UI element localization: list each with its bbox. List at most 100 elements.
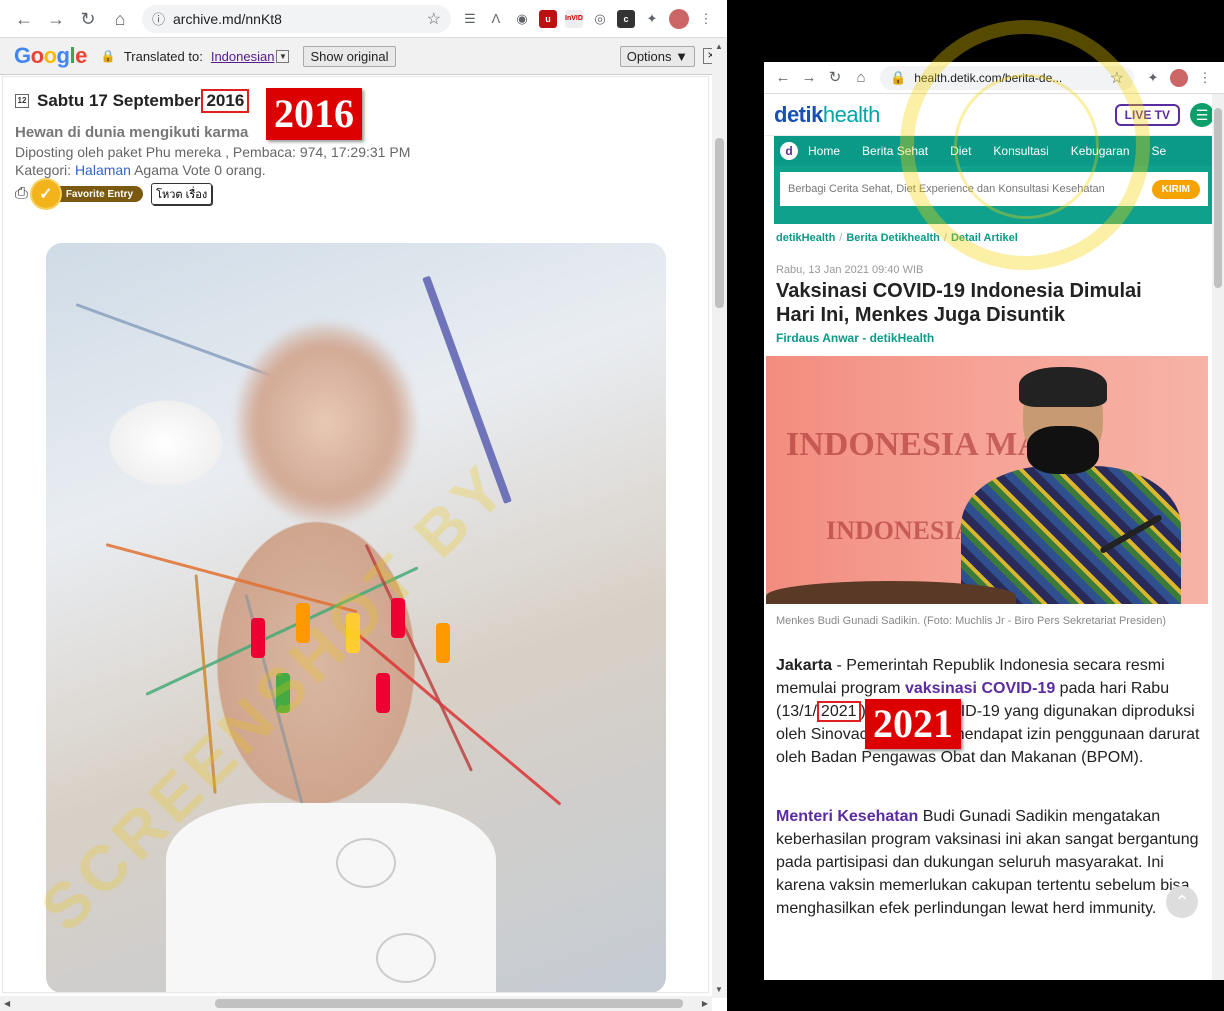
face-mask (1027, 426, 1099, 474)
year-stamp-2016: 2016 (266, 88, 362, 140)
detik-d-icon[interactable]: d (780, 142, 798, 160)
info-icon[interactable]: ⓘ (152, 9, 165, 28)
browser-toolbar: ← → ↻ ⌂ 🔒 health.detik.com/berita-de... … (764, 62, 1224, 94)
bookmark-star-icon[interactable]: ☆ (427, 9, 441, 29)
nav-berita-sehat[interactable]: Berita Sehat (862, 144, 928, 158)
left-browser-window: ← → ↻ ⌂ ⓘ archive.md/nnKt8 ☆ ☰ Λ ◉ u InV… (0, 0, 727, 1011)
diaper (166, 803, 496, 992)
image-caption: Menkes Budi Gunadi Sadikin. (Foto: Muchl… (776, 615, 1167, 627)
post-year: 2016 (201, 89, 250, 113)
calendar-icon: 12 (15, 94, 29, 108)
puzzle-icon[interactable]: ✦ (1140, 68, 1166, 88)
breadcrumb-item[interactable]: detikHealth (776, 232, 835, 244)
extension-icon[interactable]: c (617, 9, 635, 28)
nav-home[interactable]: Home (808, 144, 840, 158)
reload-icon[interactable]: ↻ (72, 10, 104, 28)
breadcrumb: detikHealth / Berita Detikhealth / Detail Ar… (776, 232, 1018, 244)
extension-icon[interactable]: Λ (483, 9, 509, 29)
horizontal-scrollbar[interactable]: ◀ ▶ (0, 996, 712, 1011)
printer-icon[interactable]: ⎙ (15, 185, 28, 203)
show-original-button[interactable]: Show original (303, 45, 396, 67)
story-submit-strip: Berbagi Cerita Sehat, Diet Experience da… (774, 166, 1214, 224)
nav-konsultasi[interactable]: Konsultasi (993, 144, 1048, 158)
category-label: Kategori: (15, 162, 72, 178)
language-select[interactable]: Indonesian (211, 49, 275, 64)
nav-kebugaran[interactable]: Kebugaran (1071, 144, 1130, 158)
post-meta: Diposting oleh paket Phu mereka , Pembac… (15, 144, 411, 160)
post-subtitle: Hewan di dunia mengikuti karma (15, 124, 249, 141)
story-input-placeholder: Berbagi Cerita Sehat, Diet Experience da… (788, 183, 1105, 195)
post-image (46, 243, 666, 992)
speaker-figure (961, 367, 1181, 604)
article-title: Vaksinasi COVID-19 Indonesia Dimulai Har… (776, 280, 1142, 326)
translate-bar: Google 🔒 Translated to: Indonesian ▼ Sho… (0, 38, 727, 75)
home-icon[interactable]: ⌂ (104, 10, 136, 28)
vote-button[interactable]: โหวต เรื่อง (151, 183, 213, 205)
avatar[interactable] (669, 8, 689, 29)
breadcrumb-item[interactable]: Berita Detikhealth (846, 232, 940, 244)
detik-logo[interactable]: detikhealth (774, 102, 880, 128)
lock-icon[interactable]: 🔒 (890, 70, 906, 86)
kirim-button[interactable]: KIRIM (1151, 179, 1200, 199)
back-icon[interactable]: ← (770, 70, 796, 85)
page-title: 12 Sabtu 17 September 2016 (15, 89, 250, 113)
post-category: Kategori: Halaman Agama Vote 0 orang. (15, 162, 266, 178)
site-nav: d Home Berita Sehat Diet Konsultasi Kebu… (774, 136, 1214, 166)
favorite-label: Favorite Entry (65, 188, 134, 200)
post-toolbar: ⎙ ✓ Favorite Entry โหวต เรื่อง (15, 180, 213, 208)
equalizer-extension-icon[interactable]: ☰ (457, 9, 483, 29)
extension-icon[interactable]: ◎ (587, 9, 613, 29)
options-button[interactable]: Options ▼ (619, 45, 695, 67)
url-text: archive.md/nnKt8 (173, 10, 282, 27)
address-bar[interactable]: 🔒 health.detik.com/berita-de... ☆ (880, 65, 1134, 90)
vaksinasi-link[interactable]: vaksinasi COVID-19 (905, 680, 1055, 697)
favorite-entry-button[interactable]: ✓ Favorite Entry (31, 180, 144, 208)
home-icon[interactable]: ⌂ (848, 70, 874, 85)
browser-toolbar: ← → ↻ ⌂ ⓘ archive.md/nnKt8 ☆ ☰ Λ ◉ u InV… (0, 0, 727, 38)
breadcrumb-item[interactable]: Detail Artikel (951, 232, 1018, 244)
scroll-to-top-button[interactable]: ⌃ (1166, 886, 1198, 918)
nav-diet[interactable]: Diet (950, 144, 971, 158)
article-date: Rabu, 13 Jan 2021 09:40 WIB (776, 264, 924, 276)
menteri-kesehatan-link[interactable]: Menteri Kesehatan (776, 808, 918, 825)
avatar[interactable] (1170, 68, 1188, 87)
vertical-scrollbar[interactable]: ▲ ▼ (712, 38, 727, 998)
chevron-down-icon[interactable]: ▼ (276, 49, 290, 63)
article-hero-image: INDONESIA MAJU INDONESIA MAJU (766, 356, 1208, 604)
post-date: Sabtu 17 September (37, 91, 201, 110)
article-author[interactable]: Firdaus Anwar - detikHealth (776, 331, 934, 345)
year-stamp-2021: 2021 (865, 699, 961, 749)
category-link[interactable]: Halaman (75, 162, 131, 178)
article-paragraph-2: Menteri Kesehatan Budi Gunadi Sadikin me… (776, 808, 1199, 917)
google-logo: Google (14, 43, 87, 68)
bookmark-star-icon[interactable]: ☆ (1110, 68, 1124, 88)
right-browser-window: ← → ↻ ⌂ 🔒 health.detik.com/berita-de... … (764, 62, 1224, 980)
forward-icon[interactable]: → (796, 70, 822, 85)
invid-icon[interactable]: InVID (565, 9, 583, 28)
forward-icon[interactable]: → (40, 10, 72, 28)
extension-icon[interactable]: ◉ (509, 9, 535, 29)
highlighted-year: 2021 (816, 701, 861, 722)
story-input[interactable]: Berbagi Cerita Sehat, Diet Experience da… (780, 172, 1208, 206)
check-badge-icon: ✓ (31, 180, 60, 208)
ublock-icon[interactable]: u (539, 9, 557, 28)
url-text: health.detik.com/berita-de... (914, 70, 1063, 85)
blurred-face (236, 323, 416, 523)
live-tv-button[interactable]: LIVE TV (1114, 103, 1180, 126)
menu-dots-icon[interactable]: ⋮ (693, 9, 719, 29)
lock-icon: 🔒 (100, 49, 116, 63)
archived-page: 12 Sabtu 17 September 2016 2016 Hewan di… (2, 76, 709, 993)
reload-icon[interactable]: ↻ (822, 70, 848, 85)
nav-more[interactable]: Se (1152, 144, 1167, 158)
category-rest: Agama Vote 0 orang. (134, 162, 266, 178)
podium (766, 581, 1016, 604)
menu-dots-icon[interactable]: ⋮ (1192, 68, 1218, 88)
site-header: detikhealth LIVE TV ☰ (764, 94, 1224, 136)
translated-to-label: Translated to: (123, 48, 203, 64)
hamburger-menu-icon[interactable]: ☰ (1190, 102, 1214, 127)
back-icon[interactable]: ← (8, 10, 40, 28)
puzzle-icon[interactable]: ✦ (639, 9, 665, 29)
vertical-scrollbar[interactable] (1212, 94, 1224, 980)
article-paragraph-1: Jakarta - Pemerintah Republik Indonesia … (776, 657, 1200, 766)
address-bar[interactable]: ⓘ archive.md/nnKt8 ☆ (142, 4, 451, 33)
